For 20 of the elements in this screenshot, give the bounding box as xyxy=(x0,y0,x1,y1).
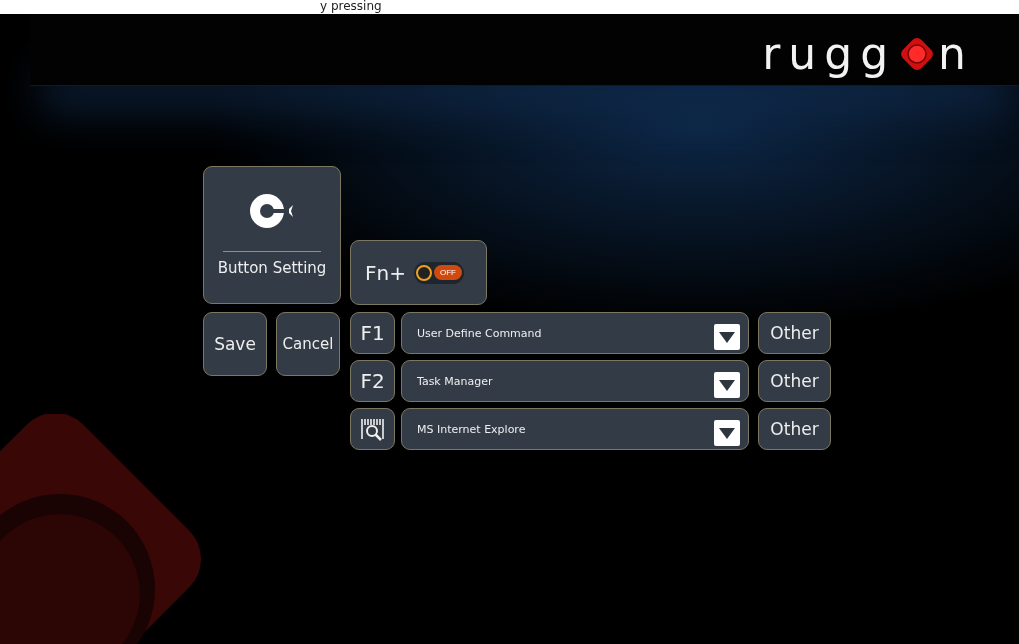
action-button[interactable]: Save xyxy=(203,312,267,376)
button-setting-tile[interactable]: Button Setting xyxy=(203,166,341,304)
command-dropdown[interactable]: MS Internet Explore xyxy=(401,408,749,450)
fn-label: Fn+ xyxy=(365,260,406,285)
other-button[interactable]: Other xyxy=(758,360,831,402)
caret-icon xyxy=(714,372,740,398)
command-dropdown[interactable]: User Define Command xyxy=(401,312,749,354)
cut-off-text: y pressing xyxy=(320,0,383,13)
action-button[interactable]: Cancel xyxy=(276,312,340,376)
fn-toggle[interactable]: OFF xyxy=(413,261,464,284)
target-icon xyxy=(249,191,295,231)
key-label: F2 xyxy=(350,360,395,402)
command-dropdown[interactable]: Task Manager xyxy=(401,360,749,402)
logo-text: n xyxy=(938,31,974,76)
key-label: F1 xyxy=(350,312,395,354)
other-button[interactable]: Other xyxy=(758,312,831,354)
other-button[interactable]: Other xyxy=(758,408,831,450)
caret-icon xyxy=(714,420,740,446)
logo-text: rugg xyxy=(762,31,897,76)
caret-icon xyxy=(714,324,740,350)
